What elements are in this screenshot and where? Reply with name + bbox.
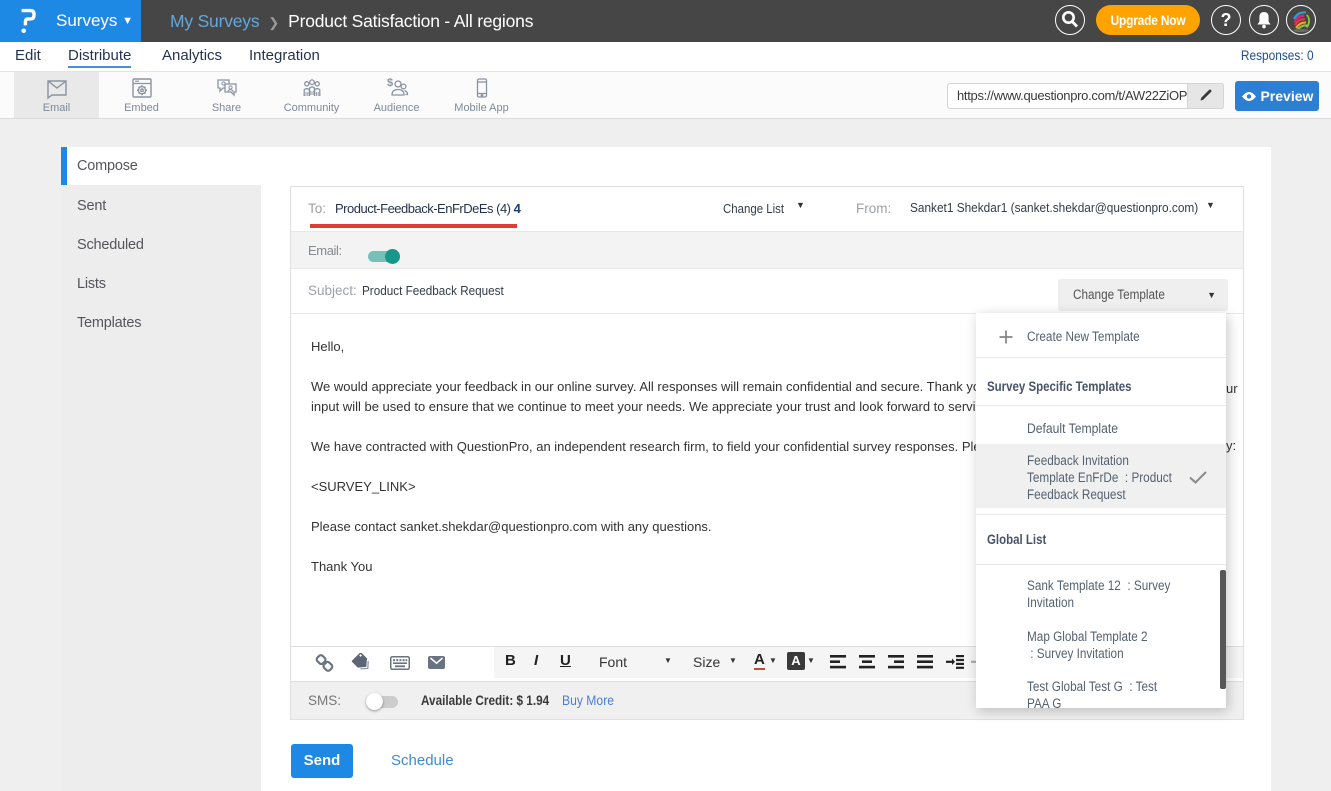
svg-text:$: $ [387, 77, 393, 89]
